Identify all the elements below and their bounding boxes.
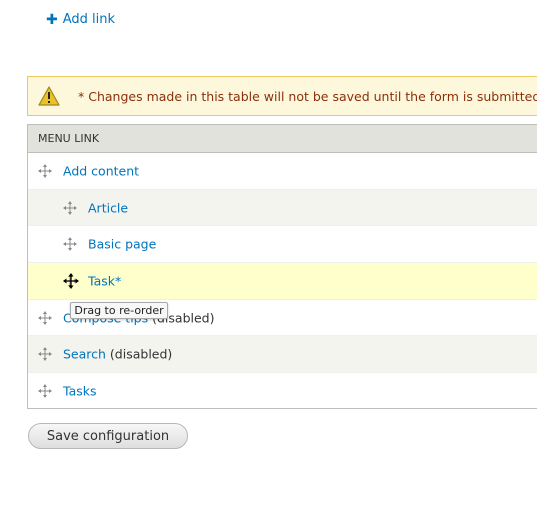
warning-icon [38,86,60,106]
add-link[interactable]: ✚ Add link [46,12,115,27]
table-header: MENU LINK [28,125,537,153]
changed-marker: * [114,273,122,289]
menu-link-task[interactable]: Task [88,273,115,288]
drag-handle-icon[interactable] [63,237,77,252]
drag-tooltip: Drag to re-order [70,302,168,319]
drag-handle-icon[interactable] [63,200,77,215]
drag-handle-icon[interactable] [38,310,52,325]
menu-link-add-content[interactable]: Add content [63,163,139,178]
drag-handle-icon[interactable] [38,347,52,362]
move-cursor-icon [63,273,79,289]
table-row: Basic page [28,226,537,264]
warning-text: * Changes made in this table will not be… [78,88,537,104]
warning-message: * Changes made in this table will not be… [27,76,537,116]
table-row: Search (disabled) [28,336,537,374]
menu-link-tasks[interactable]: Tasks [63,384,97,399]
menu-link-search[interactable]: Search [63,347,106,362]
menu-link-basic-page[interactable]: Basic page [88,237,156,252]
drag-handle-icon[interactable] [38,384,52,399]
table-row: Add content [28,153,537,190]
menu-link-article[interactable]: Article [88,200,128,215]
drag-handle-icon[interactable] [38,163,52,178]
menu-links-table: MENU LINK Add content Article Basic page… [27,124,537,409]
table-row: Tasks [28,373,537,410]
table-row: Article [28,189,537,227]
save-configuration-button[interactable]: Save configuration [28,423,188,449]
plus-icon: ✚ [46,11,58,28]
table-row-dragging: Task* [28,263,537,300]
add-link-label[interactable]: Add link [63,12,115,27]
row-suffix: (disabled) [105,346,173,362]
